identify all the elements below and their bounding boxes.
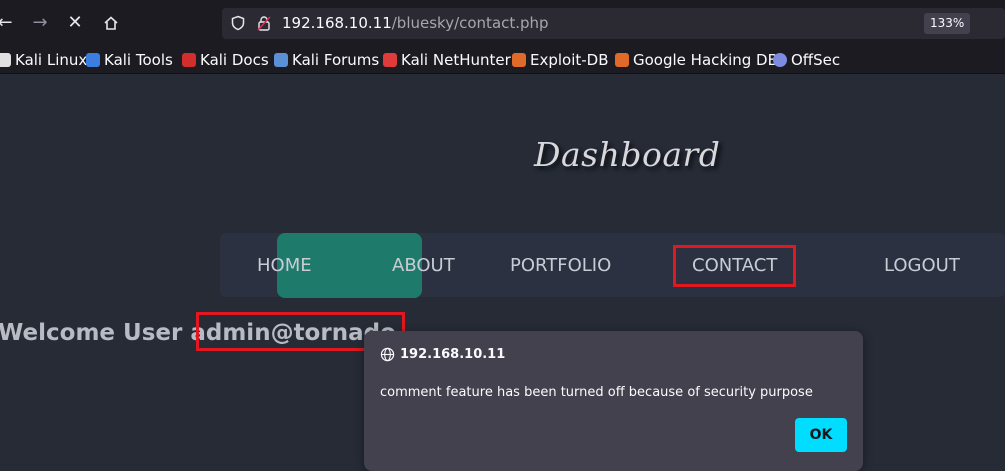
bookmark-google-hacking-db[interactable]: Google Hacking DB: [615, 51, 778, 69]
kali-forums-icon: [274, 53, 288, 67]
contact-annotation-box: [673, 245, 796, 287]
zoom-badge[interactable]: 133%: [924, 13, 971, 34]
nav-logout[interactable]: LOGOUT: [884, 255, 960, 276]
bookmark-label: Kali Docs: [200, 51, 269, 69]
ghdb-icon: [615, 53, 629, 67]
bookmark-kali-nethunter[interactable]: Kali NetHunter: [383, 51, 511, 69]
exploit-db-icon: [512, 53, 526, 67]
alert-dialog: 192.168.10.11 comment feature has been t…: [364, 331, 863, 471]
bookmark-kali-linux[interactable]: Kali Linux: [0, 51, 87, 69]
dialog-message: comment feature has been turned off beca…: [380, 385, 813, 400]
bookmark-kali-tools[interactable]: Kali Tools: [86, 51, 173, 69]
bookmark-label: Kali Tools: [104, 51, 173, 69]
shield-icon[interactable]: [230, 15, 246, 31]
page-title: Dashboard: [534, 135, 721, 174]
url-text[interactable]: 192.168.10.11/bluesky/contact.php: [282, 14, 549, 32]
nav-home[interactable]: HOME: [257, 255, 312, 276]
ok-button[interactable]: OK: [795, 418, 847, 452]
bookmark-exploit-db[interactable]: Exploit-DB: [512, 51, 609, 69]
dialog-origin: 192.168.10.11: [380, 347, 505, 362]
kali-docs-icon: [182, 53, 196, 67]
offsec-icon: [773, 53, 787, 67]
browser-toolbar: ← → ✕ 192.168.10.11/bluesky/contact.php …: [0, 0, 1005, 46]
nav-about[interactable]: ABOUT: [392, 255, 455, 276]
back-icon[interactable]: ←: [0, 10, 18, 36]
bookmark-label: Google Hacking DB: [633, 51, 778, 69]
url-path: /bluesky/contact.php: [391, 14, 549, 32]
bookmark-offsec[interactable]: OffSec: [773, 51, 840, 69]
stop-icon[interactable]: ✕: [62, 10, 88, 36]
globe-icon: [380, 347, 395, 362]
kali-icon: [0, 53, 11, 67]
dialog-origin-text: 192.168.10.11: [400, 347, 506, 362]
url-bar[interactable]: 192.168.10.11/bluesky/contact.php 133%: [222, 8, 1005, 39]
kali-nethunter-icon: [383, 53, 397, 67]
home-icon[interactable]: [98, 10, 124, 36]
bookmark-label: Kali Forums: [292, 51, 380, 69]
bookmark-label: Kali NetHunter: [401, 51, 511, 69]
kali-tools-icon: [86, 53, 100, 67]
url-host: 192.168.10.11: [282, 14, 392, 32]
forward-icon[interactable]: →: [27, 10, 53, 36]
nav-portfolio[interactable]: PORTFOLIO: [510, 255, 611, 276]
bookmark-label: Kali Linux: [15, 51, 88, 69]
bookmark-kali-docs[interactable]: Kali Docs: [182, 51, 269, 69]
bookmark-label: Exploit-DB: [530, 51, 609, 69]
bookmark-kali-forums[interactable]: Kali Forums: [274, 51, 379, 69]
bookmarks-bar: Kali Linux Kali Tools Kali Docs Kali For…: [0, 46, 1005, 74]
bookmark-label: OffSec: [791, 51, 841, 69]
insecure-lock-icon[interactable]: [256, 15, 272, 31]
